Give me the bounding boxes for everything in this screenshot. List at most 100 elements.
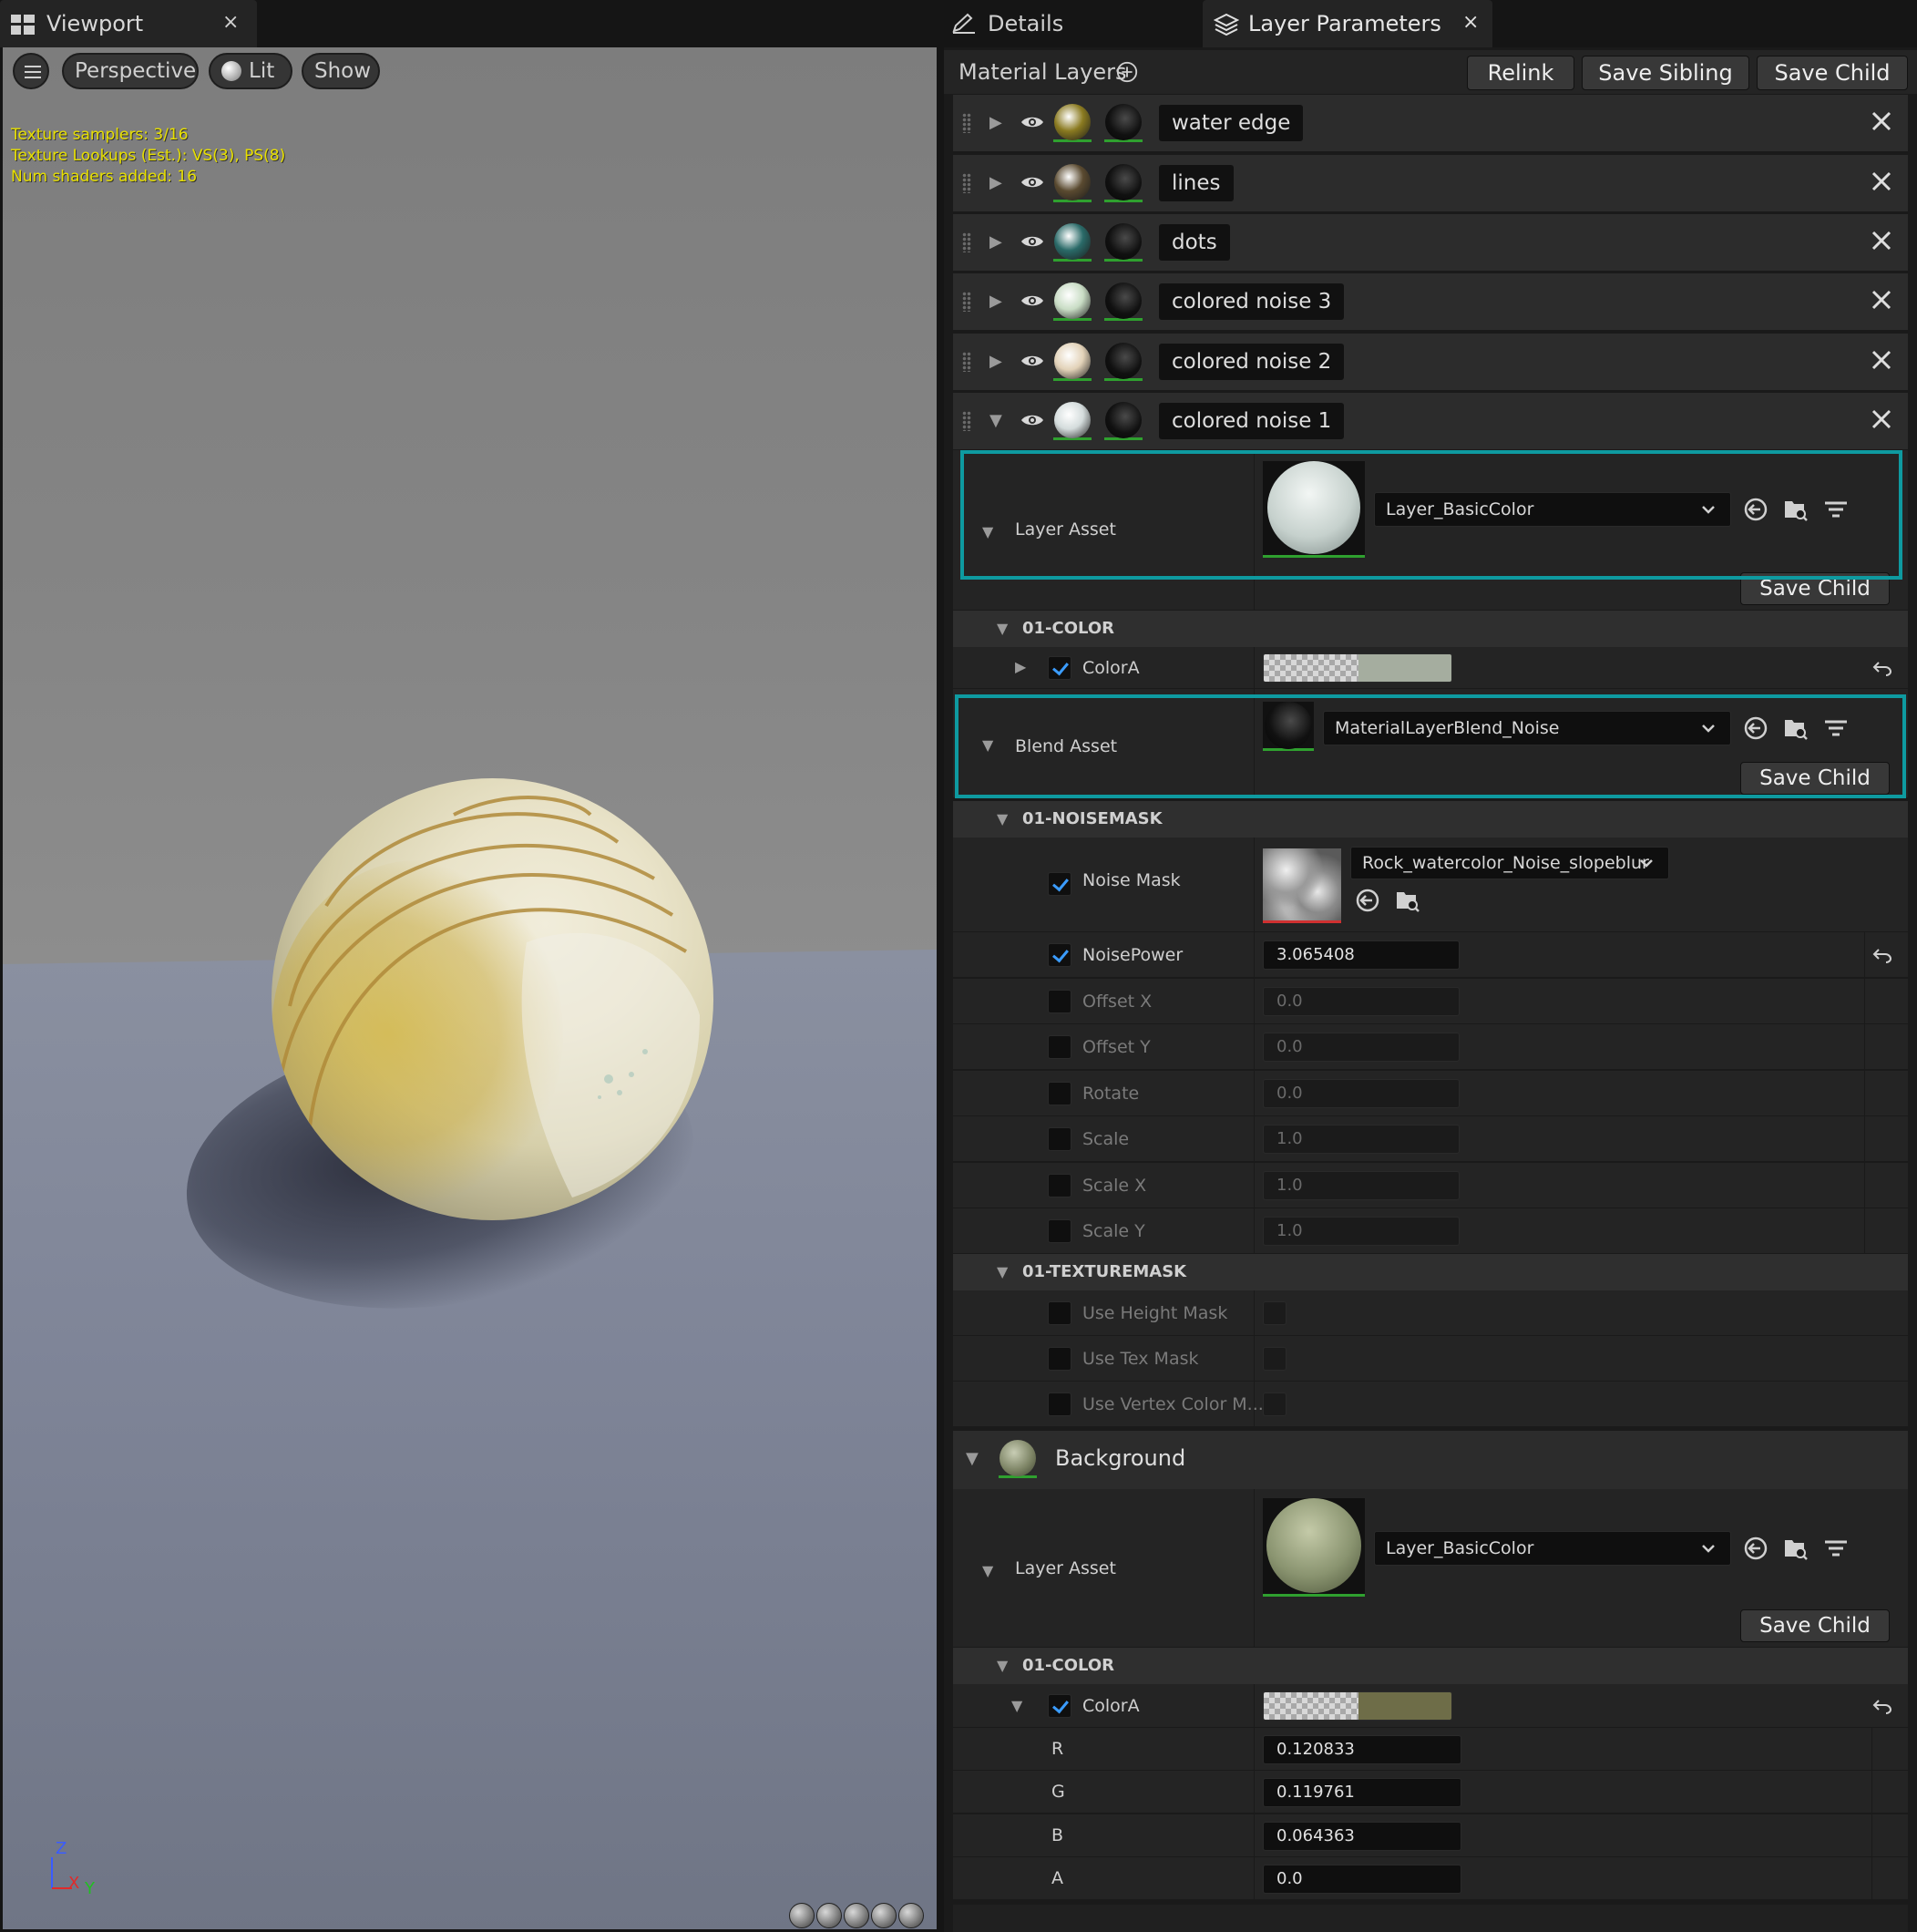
colorA-swatch[interactable] (1263, 1691, 1452, 1721)
colorA-checkbox[interactable] (1048, 1694, 1071, 1718)
close-icon[interactable]: × (222, 11, 239, 34)
colorA-checkbox[interactable] (1048, 656, 1071, 680)
sphere-icon[interactable] (816, 1903, 842, 1928)
delete-icon[interactable] (1868, 227, 1895, 254)
expand-arrow-icon[interactable]: ▶ (989, 113, 1002, 132)
tab-viewport[interactable]: Viewport × (0, 0, 257, 47)
plane-icon[interactable] (844, 1903, 869, 1928)
drag-handle-icon[interactable] (962, 113, 971, 133)
param-value-field[interactable]: 1.0 (1263, 1171, 1460, 1200)
perspective-button[interactable]: Perspective (62, 53, 199, 89)
use-selected-asset-icon[interactable] (1742, 496, 1769, 523)
use-selected-asset-icon[interactable] (1742, 1535, 1769, 1562)
channel-value-field[interactable]: 0.0 (1263, 1865, 1461, 1894)
param-value-field[interactable]: 0.0 (1263, 1079, 1460, 1108)
collapse-arrow-icon[interactable]: ▼ (982, 736, 993, 754)
delete-icon[interactable] (1868, 108, 1895, 135)
blend-asset-thumbnail[interactable] (1263, 702, 1314, 751)
collapse-arrow-icon[interactable]: ▼ (982, 1562, 993, 1579)
layer-row[interactable]: ▶ water edge (953, 95, 1908, 151)
tab-details[interactable]: Details (944, 0, 1199, 47)
colorA-swatch[interactable] (1263, 653, 1452, 683)
cylinder-icon[interactable] (789, 1903, 815, 1928)
delete-icon[interactable] (1868, 286, 1895, 313)
eye-icon[interactable] (1020, 354, 1044, 368)
reset-to-default-icon[interactable] (1871, 946, 1893, 964)
channel-value-field[interactable]: 0.119761 (1263, 1778, 1461, 1807)
delete-icon[interactable] (1868, 168, 1895, 195)
eye-icon[interactable] (1020, 175, 1044, 190)
save-child-button[interactable]: Save Child (1757, 56, 1908, 90)
layer-row-background[interactable]: ▼ Background (953, 1431, 1908, 1489)
param-checkbox[interactable] (1048, 1174, 1071, 1197)
layer-asset-dropdown[interactable]: Layer_BasicColor (1374, 492, 1731, 527)
channel-value-field[interactable]: 0.120833 (1263, 1735, 1461, 1764)
collapse-arrow-icon[interactable]: ▼ (966, 1449, 979, 1468)
noise-mask-checkbox[interactable] (1048, 872, 1071, 896)
add-layer-icon[interactable] (1115, 60, 1139, 84)
use-selected-asset-icon[interactable] (1354, 887, 1381, 914)
layer-row[interactable]: ▼ colored noise 1 (953, 393, 1908, 449)
param-value-field[interactable]: 0.0 (1263, 1033, 1460, 1062)
layer-name[interactable]: water edge (1159, 105, 1304, 141)
save-child-button[interactable]: Save Child (1740, 1609, 1890, 1642)
channel-value-field[interactable]: 0.064363 (1263, 1822, 1461, 1851)
layer-asset-dropdown[interactable]: Layer_BasicColor (1374, 1531, 1731, 1566)
collapse-arrow-icon[interactable]: ▼ (982, 523, 993, 540)
noise-mask-dropdown[interactable]: Rock_watercolor_Noise_slopeblur (1350, 847, 1669, 879)
param-checkbox[interactable] (1048, 1219, 1071, 1243)
param-checkbox[interactable] (1048, 1082, 1071, 1105)
param-value-field[interactable]: 0.0 (1263, 987, 1460, 1016)
expand-arrow-icon[interactable]: ▶ (989, 173, 1002, 192)
param-checkbox[interactable] (1048, 943, 1071, 967)
drag-handle-icon[interactable] (962, 411, 971, 431)
layer-asset-thumbnail[interactable] (1263, 461, 1365, 558)
eye-icon[interactable] (1020, 293, 1044, 308)
expand-arrow-icon[interactable]: ▶ (989, 352, 1002, 371)
layer-row[interactable]: ▶ colored noise 3 (953, 273, 1908, 330)
save-sibling-button[interactable]: Save Sibling (1582, 56, 1749, 90)
drag-handle-icon[interactable] (962, 352, 971, 372)
param-value-checkbox[interactable] (1263, 1301, 1287, 1325)
save-child-button[interactable]: Save Child (1740, 572, 1890, 605)
layer-asset-thumbnail[interactable] (1263, 1498, 1365, 1597)
use-selected-asset-icon[interactable] (1742, 714, 1769, 742)
reset-to-default-icon[interactable] (1871, 1697, 1893, 1715)
viewport-canvas[interactable]: Perspective Lit Show Texture samplers: 3… (3, 47, 937, 1929)
param-checkbox[interactable] (1048, 1301, 1071, 1325)
drag-handle-icon[interactable] (962, 232, 971, 252)
expand-arrow-icon[interactable]: ▶ (1015, 658, 1026, 675)
drag-handle-icon[interactable] (962, 292, 971, 312)
teapot-icon[interactable] (898, 1903, 924, 1928)
param-checkbox[interactable] (1048, 990, 1071, 1013)
filter-icon[interactable] (1822, 714, 1850, 742)
layer-name[interactable]: colored noise 2 (1159, 344, 1345, 380)
category-01-color[interactable]: ▼ 01-COLOR (953, 611, 1908, 647)
browse-asset-icon[interactable] (1782, 1535, 1809, 1562)
layer-name[interactable]: colored noise 1 (1159, 403, 1345, 439)
filter-icon[interactable] (1822, 1535, 1850, 1562)
delete-icon[interactable] (1868, 346, 1895, 374)
cube-icon[interactable] (871, 1903, 897, 1928)
collapse-arrow-icon[interactable]: ▼ (1011, 1697, 1022, 1714)
eye-icon[interactable] (1020, 115, 1044, 129)
param-value-checkbox[interactable] (1263, 1392, 1287, 1416)
show-button[interactable]: Show (302, 53, 380, 89)
eye-icon[interactable] (1020, 234, 1044, 249)
lit-button[interactable]: Lit (209, 53, 292, 89)
eye-icon[interactable] (1020, 413, 1044, 427)
save-child-button[interactable]: Save Child (1740, 762, 1890, 795)
param-value-field[interactable]: 1.0 (1263, 1217, 1460, 1246)
category-01-noisemask[interactable]: ▼ 01-NOISEMASK (953, 801, 1908, 838)
reset-to-default-icon[interactable] (1871, 659, 1893, 677)
blend-asset-dropdown[interactable]: MaterialLayerBlend_Noise (1323, 711, 1731, 745)
expand-arrow-icon[interactable]: ▶ (989, 232, 1002, 252)
viewport-menu-button[interactable] (13, 53, 49, 89)
expand-arrow-icon[interactable]: ▶ (989, 292, 1002, 311)
noise-mask-thumbnail[interactable] (1263, 848, 1341, 923)
filter-icon[interactable] (1822, 496, 1850, 523)
category-01-texturemask[interactable]: ▼ 01-TEXTUREMASK (953, 1254, 1908, 1290)
collapse-arrow-icon[interactable]: ▼ (989, 411, 1002, 430)
param-value-field[interactable]: 3.065408 (1263, 940, 1460, 970)
param-value-checkbox[interactable] (1263, 1347, 1287, 1371)
